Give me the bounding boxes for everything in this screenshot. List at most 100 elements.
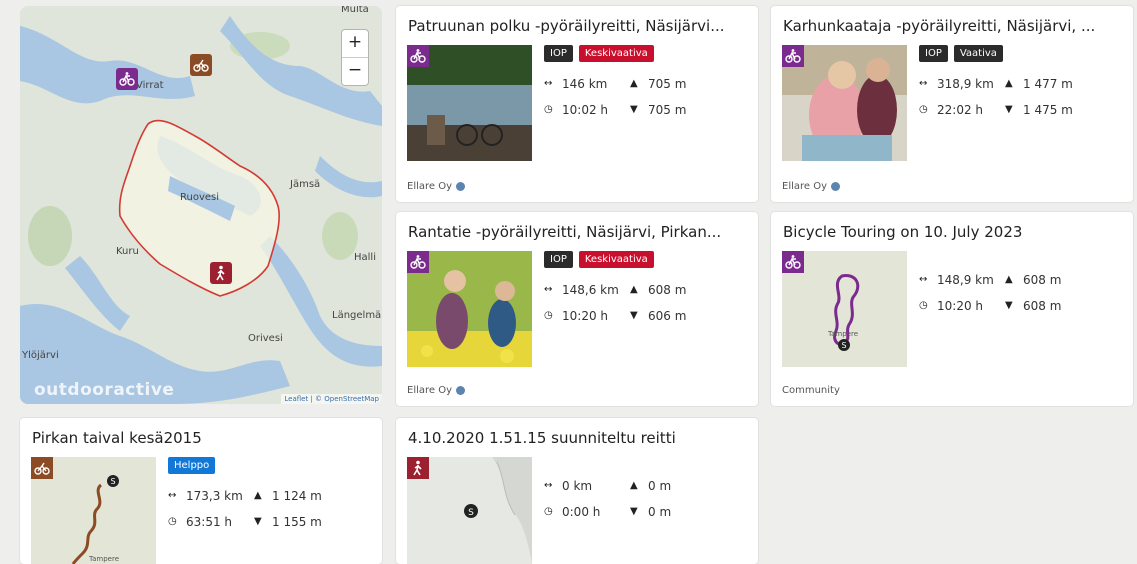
route-badges: Helppo xyxy=(168,457,216,474)
ascent-value: 1 124 m xyxy=(272,489,322,503)
ascent-icon: ▲ xyxy=(630,480,638,491)
route-stats: ↔ 173,3 km ▲ 1 124 m ◷ 63:51 h ▼ 1 155 m xyxy=(168,488,340,540)
bicycle-icon xyxy=(785,255,801,269)
category-badge xyxy=(407,251,429,273)
route-title[interactable]: 4.10.2020 1.51.15 suunniteltu reitti xyxy=(408,429,746,447)
route-source: Ellare Oy xyxy=(407,385,466,396)
zoom-out-button[interactable]: − xyxy=(342,57,368,85)
ascent-value: 0 m xyxy=(648,479,672,493)
route-thumbnail[interactable]: S xyxy=(407,457,532,564)
difficulty-badge: Keskivaativa xyxy=(578,251,654,268)
start-marker: S xyxy=(841,341,846,350)
hiking-route-pin[interactable] xyxy=(210,262,232,284)
difficulty-badge: Helppo xyxy=(168,457,216,474)
distance-value: 146 km xyxy=(562,77,608,91)
clock-icon: ◷ xyxy=(544,506,553,517)
descent-icon: ▼ xyxy=(630,310,638,321)
mountain-bike-route-pin[interactable] xyxy=(190,54,212,76)
distance-icon: ↔ xyxy=(544,480,553,491)
duration-value: 10:20 h xyxy=(937,299,984,313)
thumbnail-map-label: Tampere xyxy=(827,330,858,338)
map-watermark: outdooractive xyxy=(34,380,175,400)
route-title[interactable]: Bicycle Touring on 10. July 2023 xyxy=(783,223,1121,241)
route-thumbnail[interactable]: S Tampere xyxy=(782,251,907,367)
descent-value: 1 475 m xyxy=(1023,103,1073,117)
category-badge xyxy=(782,251,804,273)
route-badges: IOP Vaativa xyxy=(919,45,1003,62)
info-icon[interactable] xyxy=(456,386,466,395)
ascent-icon: ▲ xyxy=(630,284,638,295)
descent-icon: ▼ xyxy=(1005,104,1013,115)
bicycle-icon xyxy=(410,49,426,63)
route-card[interactable]: Patruunan polku -pyöräilyreitti, Näsijär… xyxy=(396,6,758,202)
descent-value: 1 155 m xyxy=(272,515,322,529)
distance-value: 0 km xyxy=(562,479,593,493)
ascent-value: 608 m xyxy=(648,283,687,297)
source-label: Ellare Oy xyxy=(407,181,453,192)
distance-icon: ↔ xyxy=(544,284,553,295)
hiking-icon xyxy=(216,265,225,281)
route-card[interactable]: 4.10.2020 1.51.15 suunniteltu reitti S ↔… xyxy=(396,418,758,564)
source-label: Community xyxy=(782,385,840,396)
iop-badge: IOP xyxy=(544,45,573,62)
route-thumbnail[interactable] xyxy=(407,251,532,367)
route-stats: ↔ 318,9 km ▲ 1 477 m ◷ 22:02 h ▼ 1 475 m xyxy=(919,76,1091,128)
duration-value: 22:02 h xyxy=(937,103,984,117)
route-thumbnail[interactable] xyxy=(407,45,532,161)
route-title[interactable]: Rantatie -pyöräilyreitti, Näsijärvi, Pir… xyxy=(408,223,746,241)
iop-badge: IOP xyxy=(544,251,573,268)
route-thumbnail[interactable] xyxy=(782,45,907,161)
info-icon[interactable] xyxy=(456,182,466,191)
distance-icon: ↔ xyxy=(919,78,928,89)
difficulty-badge: Vaativa xyxy=(953,45,1003,62)
map-label: Halli xyxy=(354,252,376,263)
route-title[interactable]: Karhunkaataja -pyöräilyreitti, Näsijärvi… xyxy=(783,17,1121,35)
start-marker: S xyxy=(110,477,115,486)
bicycle-icon xyxy=(785,49,801,63)
mountain-bike-icon xyxy=(193,59,209,72)
map-attribution[interactable]: Leaflet | © OpenStreetMap xyxy=(281,394,382,404)
descent-value: 606 m xyxy=(648,309,687,323)
distance-value: 173,3 km xyxy=(186,489,243,503)
zoom-in-button[interactable]: + xyxy=(342,30,368,57)
route-badges: IOP Keskivaativa xyxy=(544,251,654,268)
overview-map[interactable]: Multa Ruovesi Virrat Kuru Orivesi Längel… xyxy=(20,6,382,404)
mountain-bike-icon xyxy=(34,462,50,475)
descent-icon: ▼ xyxy=(1005,300,1013,311)
route-source: Ellare Oy xyxy=(782,181,841,192)
distance-value: 148,9 km xyxy=(937,273,994,287)
ascent-icon: ▲ xyxy=(254,490,262,501)
bicycle-route-pin[interactable] xyxy=(116,68,138,90)
route-title[interactable]: Patruunan polku -pyöräilyreitti, Näsijär… xyxy=(408,17,746,35)
route-title[interactable]: Pirkan taival kesä2015 xyxy=(32,429,370,447)
duration-value: 63:51 h xyxy=(186,515,233,529)
route-card[interactable]: Bicycle Touring on 10. July 2023 S Tampe… xyxy=(771,212,1133,406)
clock-icon: ◷ xyxy=(919,300,928,311)
category-badge xyxy=(782,45,804,67)
route-thumbnail[interactable]: S Tampere xyxy=(31,457,156,564)
bicycle-icon xyxy=(410,255,426,269)
distance-value: 318,9 km xyxy=(937,77,994,91)
distance-value: 148,6 km xyxy=(562,283,619,297)
category-badge xyxy=(31,457,53,479)
zoom-control: + − xyxy=(342,30,368,85)
route-card[interactable]: Rantatie -pyöräilyreitti, Näsijärvi, Pir… xyxy=(396,212,758,406)
descent-value: 608 m xyxy=(1023,299,1062,313)
route-card[interactable]: Karhunkaataja -pyöräilyreitti, Näsijärvi… xyxy=(771,6,1133,202)
source-label: Ellare Oy xyxy=(782,181,828,192)
category-badge xyxy=(407,457,429,479)
route-stats: ↔ 0 km ▲ 0 m ◷ 0:00 h ▼ 0 m xyxy=(544,478,716,530)
descent-icon: ▼ xyxy=(254,516,262,527)
route-stats: ↔ 148,6 km ▲ 608 m ◷ 10:20 h ▼ 606 m xyxy=(544,282,716,334)
route-card[interactable]: Pirkan taival kesä2015 S Tampere Helppo … xyxy=(20,418,382,564)
map-label: Längelmäki xyxy=(332,310,382,321)
map-label: Ruovesi xyxy=(180,192,220,203)
route-stats: ↔ 148,9 km ▲ 608 m ◷ 10:20 h ▼ 608 m xyxy=(919,272,1091,324)
route-source: Community xyxy=(782,385,840,396)
ascent-value: 705 m xyxy=(648,77,687,91)
bicycle-icon xyxy=(119,72,135,86)
descent-value: 0 m xyxy=(648,505,672,519)
info-icon[interactable] xyxy=(831,182,841,191)
descent-icon: ▼ xyxy=(630,506,638,517)
category-badge xyxy=(407,45,429,67)
